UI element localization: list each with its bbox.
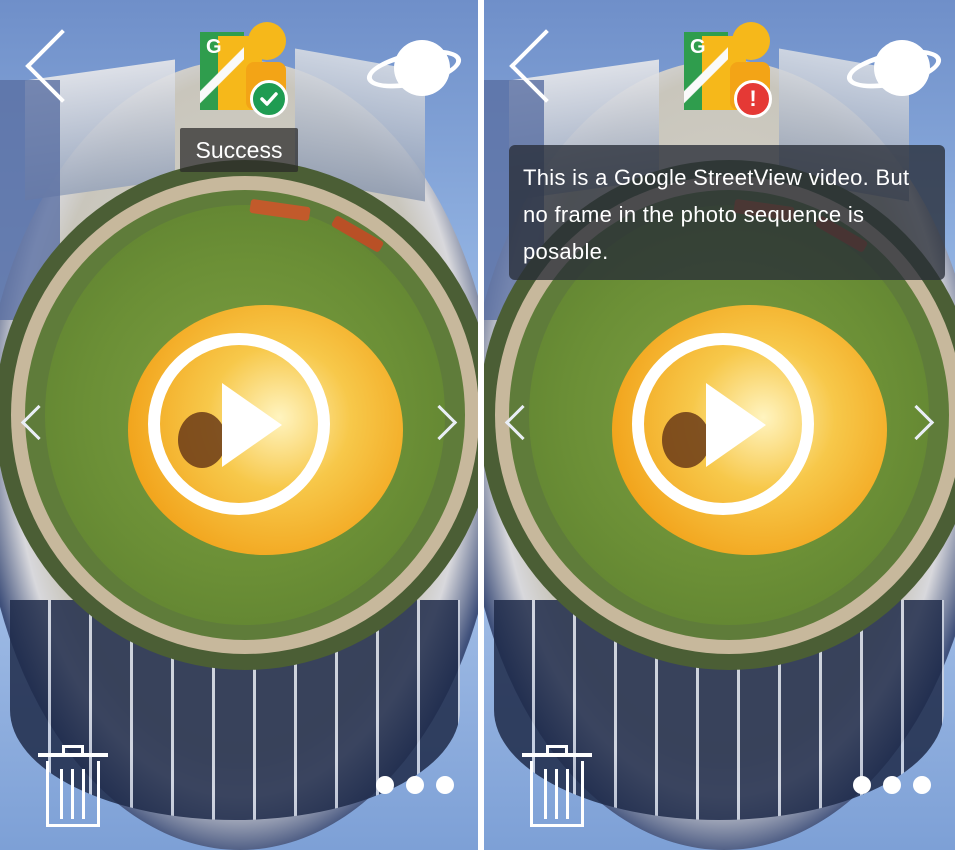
play-icon[interactable] [706,383,766,467]
play-icon[interactable] [222,383,282,467]
panel-error: G ! This is a Google StreetView video. B… [484,0,955,850]
trash-icon[interactable] [522,745,592,829]
screenshot-composite: G Success G ! This is a Google StreetVie… [0,0,955,850]
google-streetview-icon: G [200,22,290,118]
more-dots-icon[interactable] [853,776,931,794]
check-icon [250,80,288,118]
streetview-letter: G [690,36,706,58]
error-icon: ! [734,80,772,118]
wall-decor [0,80,60,320]
orbit-sphere-icon[interactable] [363,38,465,98]
panel-success: G Success [0,0,478,850]
more-dots-icon[interactable] [376,776,454,794]
orbit-sphere-icon[interactable] [843,38,945,98]
success-toast: Success [180,128,298,172]
trash-icon[interactable] [38,745,108,829]
error-toast: This is a Google StreetView video. But n… [509,145,945,280]
streetview-letter: G [206,36,222,58]
google-streetview-icon: G ! [684,22,774,118]
